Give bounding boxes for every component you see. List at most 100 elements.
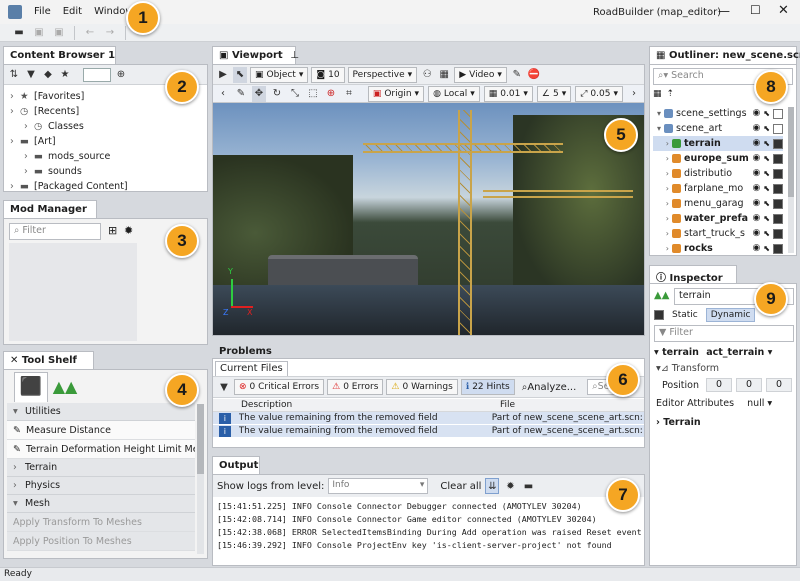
visibility-eye-icon[interactable]: ◉	[752, 181, 760, 196]
outliner-item[interactable]: › terrain ◉ ⬉	[653, 136, 783, 151]
inspector-filter-input[interactable]: ▼ Filter	[654, 325, 794, 342]
tool-button[interactable]: ✎ Measure Distance	[7, 421, 195, 440]
outliner-item[interactable]: › farplane_mo ◉ ⬉	[653, 181, 783, 196]
pin-icon[interactable]: ⊥	[290, 50, 299, 61]
mod-filter-input[interactable]: ⌕ Filter	[9, 223, 101, 240]
pivot-icon[interactable]: ⊕	[324, 86, 338, 102]
tool-section-header[interactable]: › Physics	[7, 477, 195, 495]
expand-arrow-icon[interactable]: ›	[24, 149, 34, 164]
expand-arrow-icon[interactable]: ›	[653, 211, 669, 226]
expand-arrow-icon[interactable]: ›	[24, 119, 34, 134]
visibility-eye-icon[interactable]: ◉	[752, 166, 760, 181]
forward-icon[interactable]: →	[103, 25, 117, 41]
snap-icon[interactable]: ⌗	[342, 86, 356, 102]
tab-mod-manager[interactable]: Mod Manager	[3, 200, 97, 219]
tree-item[interactable]: › ▬ [Packaged Content]	[10, 179, 205, 194]
scale-snap-dropdown[interactable]: ⤢ 0.05 ▾	[575, 85, 623, 102]
select-mode-icon[interactable]: ⬉	[233, 66, 247, 83]
settings-icon[interactable]: ✹	[124, 224, 133, 237]
grid-snap-dropdown[interactable]: ▦ 0.01 ▾	[483, 85, 533, 102]
outliner-item[interactable]: ▾ scene_settings ◉ ⬉	[653, 106, 783, 121]
tab-inspector[interactable]: ⓘ Inspector	[649, 265, 737, 284]
enabled-checkbox[interactable]	[773, 198, 783, 209]
select-arrow-icon[interactable]: ⬉	[763, 166, 770, 181]
dynamic-option[interactable]: Dynamic	[705, 308, 756, 322]
star-icon[interactable]: ★	[58, 67, 72, 83]
select-arrow-icon[interactable]: ⬉	[763, 241, 770, 256]
collapse-icon[interactable]: ⇡	[667, 89, 675, 104]
editor-attributes-dropdown[interactable]: null ▾	[747, 398, 772, 409]
select-arrow-icon[interactable]: ⬉	[763, 136, 770, 151]
expand-arrow-icon[interactable]: ›	[24, 164, 34, 179]
position-y[interactable]: 0	[736, 378, 762, 392]
pencil-icon[interactable]: ✎	[234, 86, 248, 102]
maximize-icon[interactable]: ☐	[750, 3, 761, 17]
enabled-checkbox[interactable]	[773, 228, 783, 239]
static-option[interactable]: Static	[668, 309, 702, 321]
outliner-item[interactable]: › start_truck_s ◉ ⬉	[653, 226, 783, 241]
local-dropdown[interactable]: ◍ Local ▾	[428, 85, 480, 102]
object-dropdown[interactable]: ▣ Object ▾	[250, 66, 309, 83]
output-settings-icon[interactable]: ✹	[503, 478, 517, 494]
tree-item[interactable]: › ▬ sounds	[10, 164, 205, 179]
scroll-lock-icon[interactable]: ⇊	[485, 478, 500, 494]
outliner-item[interactable]: › europe_sum ◉ ⬉	[653, 151, 783, 166]
expand-icon[interactable]: ▾	[654, 347, 659, 358]
expand-arrow-icon[interactable]: ›	[10, 104, 20, 119]
position-x[interactable]: 0	[706, 378, 732, 392]
binoculars-icon[interactable]: ⚇	[420, 67, 434, 83]
visibility-eye-icon[interactable]: ◉	[752, 241, 760, 256]
close-window-icon[interactable]: ✕	[778, 3, 789, 18]
chevron-right-icon[interactable]: ›	[627, 86, 641, 102]
menu-file[interactable]: File	[34, 6, 51, 17]
errors-toggle[interactable]: ⚠ 0 Errors	[327, 379, 384, 395]
tab-viewport[interactable]: ▣ Viewport ⊥	[212, 46, 299, 65]
enabled-checkbox[interactable]	[773, 243, 783, 254]
select-arrow-icon[interactable]: ⬉	[763, 211, 770, 226]
expand-arrow-icon[interactable]: ▾	[653, 121, 661, 136]
expand-arrow-icon[interactable]: ›	[10, 179, 20, 194]
outliner-item[interactable]: › distributio ◉ ⬉	[653, 166, 783, 181]
layout-icon[interactable]: ▦	[437, 67, 451, 83]
position-z[interactable]: 0	[766, 378, 792, 392]
menu-edit[interactable]: Edit	[63, 6, 82, 17]
open-folder-icon[interactable]: ▬	[12, 25, 26, 41]
scale-icon[interactable]: ⤡	[288, 86, 302, 102]
log-level-select[interactable]: Info ▾	[328, 478, 429, 494]
expand-arrow-icon[interactable]: ›	[653, 166, 669, 181]
add-mod-icon[interactable]: ⊞	[108, 224, 117, 237]
play-icon[interactable]: ▶	[216, 67, 230, 83]
expand-arrow-icon[interactable]: ›	[653, 151, 669, 166]
expand-arrow-icon[interactable]: ›	[10, 134, 20, 149]
select-arrow-icon[interactable]: ⬉	[763, 106, 770, 121]
origin-dropdown[interactable]: ▣ Origin ▾	[367, 85, 425, 102]
tool-tab-terrain[interactable]: ▲▲	[50, 374, 80, 400]
tool-button[interactable]: Apply Position To Meshes	[7, 532, 195, 551]
tool-button[interactable]: Apply Transform To Meshes	[7, 513, 195, 532]
tool-scrollbar[interactable]	[197, 404, 204, 554]
tool-button[interactable]: ✎ Terrain Deformation Height Limit Measur…	[7, 440, 195, 459]
rotate-icon[interactable]: ↻	[270, 86, 284, 102]
outliner-item[interactable]: › water_prefa ◉ ⬉	[653, 211, 783, 226]
hints-toggle[interactable]: ℹ 22 Hints	[460, 379, 515, 395]
tab-outliner[interactable]: ▦ Outliner: new_scene.scn	[649, 46, 800, 65]
video-dropdown[interactable]: ▶ Video ▾	[454, 66, 507, 83]
tree-item[interactable]: › ◷ Classes	[10, 119, 205, 134]
visibility-eye-icon[interactable]: ◉	[752, 106, 760, 121]
critical-errors-toggle[interactable]: ⊗ 0 Critical Errors	[234, 379, 325, 395]
tree-item[interactable]: › ▬ mods_source	[10, 149, 205, 164]
angle-snap-dropdown[interactable]: ∠ 5 ▾	[536, 85, 572, 102]
visibility-eye-icon[interactable]: ◉	[752, 136, 760, 151]
tag-icon[interactable]: ◆	[41, 67, 55, 83]
warnings-toggle[interactable]: ⚠ 0 Warnings	[386, 379, 458, 395]
outliner-item[interactable]: › rocks ◉ ⬉	[653, 241, 783, 256]
folder-icon[interactable]: ▬	[521, 478, 535, 494]
enabled-checkbox[interactable]	[773, 108, 783, 119]
tool-section-header[interactable]: › Terrain	[7, 459, 195, 477]
clear-all-button[interactable]: Clear all	[440, 481, 481, 492]
camera-count-dropdown[interactable]: ◙ 10	[311, 66, 345, 83]
column-description[interactable]: Description	[213, 399, 500, 411]
select-arrow-icon[interactable]: ⬉	[763, 181, 770, 196]
outliner-item[interactable]: ▾ scene_art ◉ ⬉	[653, 121, 783, 136]
move-icon[interactable]: ✥	[252, 85, 266, 102]
